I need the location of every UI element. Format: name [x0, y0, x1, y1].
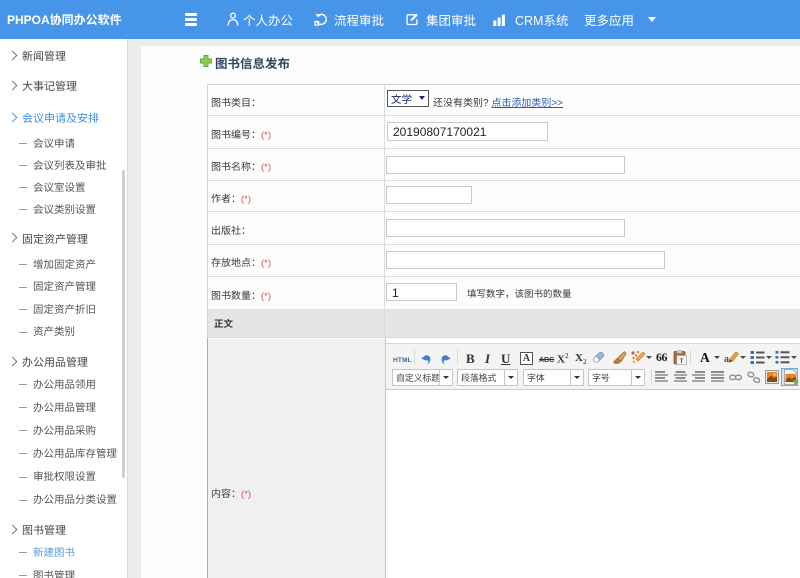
svg-text:a: a — [724, 354, 729, 365]
svg-text:T: T — [680, 358, 684, 365]
